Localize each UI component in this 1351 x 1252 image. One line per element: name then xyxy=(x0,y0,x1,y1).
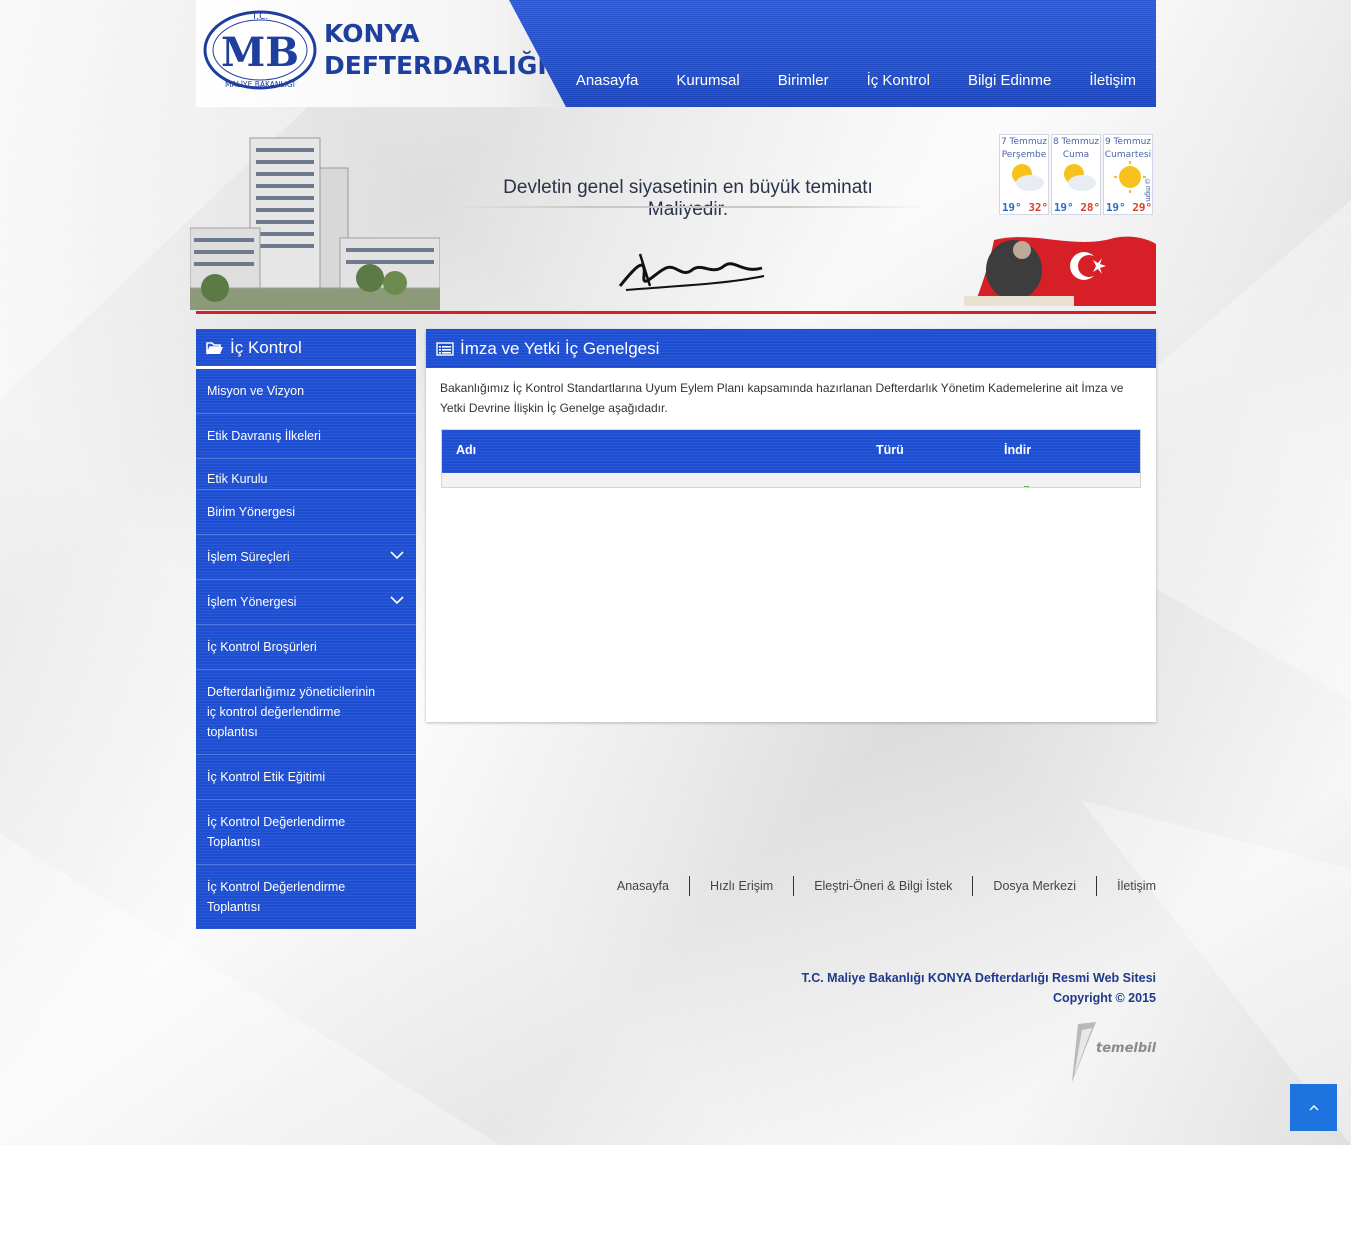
nav-ic-kontrol[interactable]: İç Kontrol xyxy=(867,72,930,89)
weather-high: 29° xyxy=(1132,201,1153,214)
footer-separator xyxy=(972,876,974,896)
weather-day: 9 Temmuz Cumartesi 19° 29° ©mgm xyxy=(1103,134,1153,215)
logo-letters: MB xyxy=(221,29,299,76)
footer-separator xyxy=(688,876,690,896)
sidebar-item-label: İşlem Yönergesi xyxy=(207,595,297,609)
brand-line-1: KONYA xyxy=(324,19,420,48)
documents-table: Adı Türü İndir xyxy=(441,429,1141,488)
nav-iletisim[interactable]: İletişim xyxy=(1089,72,1136,89)
sidebar-item-yonetici-toplantisi[interactable]: Defterdarlığımız yöneticilerinin iç kont… xyxy=(196,670,416,755)
footer-separator xyxy=(1096,876,1098,896)
weather-date: 9 Temmuz xyxy=(1104,137,1152,147)
weather-day: 8 Temmuz Cuma 19° 28° xyxy=(1051,134,1101,215)
brand-line-2: DEFTERDARLIĞI xyxy=(324,51,547,80)
weather-weekday: Cuma xyxy=(1062,150,1090,160)
copyright: T.C. Maliye Bakanlığı KONYA Defterdarlığ… xyxy=(801,968,1156,1008)
sidebar-item-etik-egitimi[interactable]: İç Kontrol Etik Eğitimi xyxy=(196,755,416,800)
sidebar-item-degerlendirme-1[interactable]: İç Kontrol Değerlendirme Toplantısı xyxy=(196,800,416,865)
logo-top: T.C. xyxy=(251,12,268,22)
weather-low: 19° xyxy=(1053,201,1074,214)
list-icon xyxy=(436,341,454,356)
chevron-down-icon[interactable] xyxy=(390,595,404,605)
column-type: Türü xyxy=(876,443,904,457)
motto-text: Devletin genel siyasetinin en büyük temi… xyxy=(503,177,873,220)
footer-link-quick-access[interactable]: Hızlı Erişim xyxy=(710,879,773,893)
sidebar-item-islem-surecleri[interactable]: İşlem Süreçleri xyxy=(196,535,416,580)
panel-title: İmza ve Yetki İç Genelgesi xyxy=(460,338,660,358)
ministry-logo: MB T.C. MALİYE BAKANLIĞI xyxy=(203,10,317,90)
sidebar-item-misyon-vizyon[interactable]: Misyon ve Vizyon xyxy=(196,369,416,414)
sidebar-header: İç Kontrol xyxy=(196,329,416,369)
partly-cloudy-icon xyxy=(1012,164,1044,191)
site-brand: KONYA DEFTERDARLIĞI xyxy=(324,18,547,82)
panel-description: Bakanlığımız İç Kontrol Standartlarına U… xyxy=(440,381,1124,415)
weather-weekday: Cumartesi xyxy=(1104,150,1152,160)
sidebar-item-brosurler[interactable]: İç Kontrol Broşürleri xyxy=(196,625,416,670)
weather-high: 28° xyxy=(1080,201,1101,214)
weather-weekday: Perşembe xyxy=(1001,150,1047,160)
content-panel: İmza ve Yetki İç Genelgesi Bakanlığımız … xyxy=(426,329,1156,722)
footer-link-home[interactable]: Anasayfa xyxy=(617,879,669,893)
main-nav: Anasayfa Kurumsal Birimler İç Kontrol Bi… xyxy=(576,72,1136,89)
folder-open-icon xyxy=(206,341,223,354)
column-download: İndir xyxy=(1004,443,1032,457)
copyright-line-1: T.C. Maliye Bakanlığı KONYA Defterdarlığ… xyxy=(801,971,1156,985)
sidebar: İç Kontrol Misyon ve Vizyon Etik Davranı… xyxy=(196,329,416,929)
ataturk-signature xyxy=(618,253,765,291)
vendor-name: temelbilisim xyxy=(1096,1041,1156,1056)
footer-separator xyxy=(793,876,795,896)
nav-birimler[interactable]: Birimler xyxy=(778,72,829,89)
chevron-up-icon xyxy=(1309,1104,1318,1110)
weather-source: ©mgm xyxy=(1144,179,1151,202)
sidebar-title: İç Kontrol xyxy=(230,337,302,357)
sidebar-menu: Misyon ve Vizyon Etik Davranış İlkeleri … xyxy=(196,369,416,929)
weather-widget[interactable]: 7 Temmuz Perşembe 19° 32° 8 Temmuz Cuma … xyxy=(999,134,1153,215)
download-icon[interactable] xyxy=(1024,486,1029,487)
weather-date: 7 Temmuz xyxy=(1000,137,1048,147)
building-image xyxy=(190,137,440,310)
sidebar-item-islem-yonergesi[interactable]: İşlem Yönergesi xyxy=(196,580,416,625)
footer-link-file-center[interactable]: Dosya Merkezi xyxy=(993,879,1076,893)
table-header: Adı Türü İndir xyxy=(442,430,1140,473)
banner-red-line xyxy=(196,311,1156,314)
panel-header: İmza ve Yetki İç Genelgesi xyxy=(426,329,1156,368)
sidebar-item-label: İşlem Süreçleri xyxy=(207,550,290,564)
logo-bottom: MALİYE BAKANLIĞI xyxy=(225,80,295,89)
weather-high: 32° xyxy=(1028,201,1049,214)
nav-bilgi-edinme[interactable]: Bilgi Edinme xyxy=(968,72,1051,89)
sidebar-item-birim-yonergesi[interactable]: Birim Yönergesi xyxy=(196,490,416,535)
weather-date: 8 Temmuz xyxy=(1052,137,1100,147)
footer-links: Anasayfa Hızlı Erişim Eleştri-Öneri & Bi… xyxy=(617,876,1156,896)
site-header: MB T.C. MALİYE BAKANLIĞI KONYA DEFTERDAR… xyxy=(196,0,1156,107)
sidebar-item-etik-kurulu[interactable]: Etik Kurulu xyxy=(196,459,416,490)
banner: Devletin genel siyasetinin en büyük temi… xyxy=(190,118,1156,314)
flag-image xyxy=(964,236,1156,306)
table-row xyxy=(442,473,1140,487)
motto-divider xyxy=(446,206,926,208)
footer-link-feedback[interactable]: Eleştri-Öneri & Bilgi İstek xyxy=(814,879,952,893)
column-name: Adı xyxy=(456,443,477,457)
nav-home[interactable]: Anasayfa xyxy=(576,72,639,89)
vendor-logo[interactable]: temelbilisim xyxy=(1058,1020,1156,1090)
logo-area[interactable]: MB T.C. MALİYE BAKANLIĞI KONYA DEFTERDAR… xyxy=(196,0,566,107)
sidebar-item-degerlendirme-2[interactable]: İç Kontrol Değerlendirme Toplantısı xyxy=(196,865,416,929)
copyright-line-2: Copyright © 2015 xyxy=(1053,991,1156,1005)
chevron-down-icon[interactable] xyxy=(390,550,404,560)
sun-icon xyxy=(1114,161,1146,193)
weather-day: 7 Temmuz Perşembe 19° 32° xyxy=(999,134,1049,215)
weather-low: 19° xyxy=(1105,201,1126,214)
sidebar-item-etik-davranis[interactable]: Etik Davranış İlkeleri xyxy=(196,414,416,459)
weather-low: 19° xyxy=(1001,201,1022,214)
partly-cloudy-icon xyxy=(1064,164,1096,191)
nav-kurumsal[interactable]: Kurumsal xyxy=(676,72,739,89)
scroll-to-top-button[interactable] xyxy=(1290,1084,1337,1131)
footer-link-contact[interactable]: İletişim xyxy=(1117,879,1156,893)
